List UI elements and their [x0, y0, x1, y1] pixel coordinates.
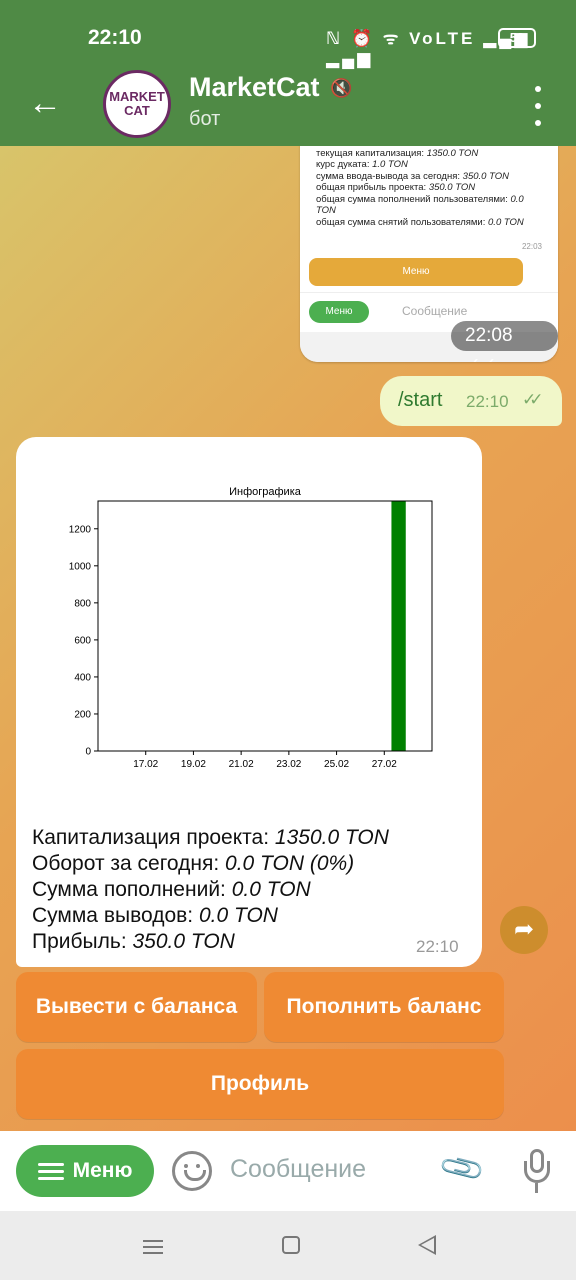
y-tick-label: 1200 — [69, 524, 92, 535]
message-composer: Меню Сообщение 📎 — [0, 1131, 576, 1211]
home-icon[interactable] — [282, 1236, 300, 1254]
battery-icon: 58 — [498, 28, 536, 48]
back-arrow-icon[interactable]: ← — [28, 86, 62, 120]
y-tick-label: 600 — [74, 635, 91, 646]
caption-line: Капитализация проекта: 1350.0 TON — [32, 826, 389, 849]
chat-title[interactable]: MarketCat — [189, 72, 320, 103]
avatar-text-2: CAT — [124, 103, 150, 118]
bar-chart: Инфографика 0 200 400 600 800 1000 1200 17.02 19.… — [69, 486, 433, 770]
screenshot-line: сумма ввода-вывода за сегодня: 350.0 TON — [316, 170, 509, 182]
screenshot-text: первичная капитализация: 1000.0 TONтекущ… — [316, 146, 546, 228]
attach-icon[interactable]: 📎 — [437, 1143, 488, 1193]
y-tick-label: 0 — [85, 747, 91, 758]
status-icons: ℕ ⏰ ᯤ VoLTE ▂▄▆ ▂▄▆ — [326, 29, 531, 68]
caption-line: Прибыль: 350.0 TON — [32, 930, 235, 953]
menu-button[interactable]: Меню — [16, 1145, 154, 1197]
x-tick-label: 27.02 — [372, 759, 397, 770]
caption-line: Сумма пополнений: 0.0 TON — [32, 878, 311, 901]
outgoing-time: 22:10 — [466, 392, 509, 411]
share-icon[interactable]: ➦ — [500, 906, 548, 954]
screenshot-menu-button: Меню — [309, 258, 523, 286]
y-tick-label: 200 — [74, 709, 91, 720]
system-back-icon[interactable] — [418, 1235, 436, 1255]
x-tick-label: 23.02 — [276, 759, 301, 770]
x-tick-label: 19.02 — [181, 759, 206, 770]
screenshot-line: курс дуката: 1.0 TON — [316, 159, 408, 170]
x-tick-label: 21.02 — [229, 759, 254, 770]
chart-bar — [391, 501, 406, 751]
screenshot-menu-pill: Меню — [309, 301, 369, 323]
recent-apps-icon[interactable] — [143, 1236, 163, 1256]
screenshot-timestamp: 22:08 ✓✓ — [451, 321, 558, 362]
chart-frame — [97, 500, 433, 752]
chat-header: ← MARKET CAT MarketCat 🔇 бот — [0, 70, 576, 146]
read-checks-icon: ✓✓ — [522, 390, 543, 409]
topup-button[interactable]: Пополнить баланс — [264, 972, 504, 1042]
withdraw-button[interactable]: Вывести с баланса — [16, 972, 257, 1042]
menu-label: Меню — [72, 1159, 133, 1182]
screenshot-line: общая прибыль проекта: 350.0 TON — [316, 182, 476, 193]
forwarded-screenshot[interactable]: первичная капитализация: 1000.0 TONтекущ… — [300, 146, 558, 362]
screenshot-inner-time: 22:03 — [521, 242, 542, 251]
screenshot-placeholder: Сообщение — [402, 304, 468, 318]
outgoing-message[interactable]: /start 22:10 ✓✓ — [380, 376, 562, 426]
incoming-message[interactable]: Инфографика 0 200 400 600 800 1000 1200 17.02 19.… — [16, 437, 482, 967]
screenshot-line: текущая капитализация: 1350.0 TON — [316, 147, 479, 159]
caption-line: Оборот за сегодня: 0.0 TON (0%) — [32, 852, 355, 875]
avatar[interactable]: MARKET CAT — [103, 70, 171, 138]
screenshot-line: общая сумма пополнений пользователями: 0… — [316, 193, 524, 217]
menu-icon — [37, 1159, 64, 1184]
y-tick-label: 400 — [74, 672, 91, 683]
system-navigation — [0, 1211, 576, 1280]
status-time: 22:10 — [88, 26, 142, 49]
emoji-icon[interactable] — [172, 1151, 212, 1191]
x-tick-label: 17.02 — [133, 759, 158, 770]
caption-line: Сумма выводов: 0.0 TON — [32, 904, 278, 927]
y-tick-label: 800 — [74, 598, 91, 609]
chat-subtitle: бот — [189, 108, 221, 130]
avatar-text-1: MARKET — [109, 89, 165, 104]
outgoing-text[interactable]: /start — [398, 389, 442, 412]
y-tick-label: 1000 — [69, 561, 92, 572]
chart-title: Инфографика — [229, 486, 302, 498]
x-tick-label: 25.02 — [324, 759, 349, 770]
status-bar: 22:10 ℕ ⏰ ᯤ VoLTE ▂▄▆ ▂▄▆ 58 — [0, 0, 576, 70]
mute-icon: 🔇 — [330, 78, 353, 98]
chat-area: первичная капитализация: 1000.0 TONтекущ… — [0, 146, 576, 1131]
more-options-icon[interactable] — [530, 86, 546, 126]
message-caption: Капитализация проекта: 1350.0 TON Оборот … — [32, 825, 389, 955]
microphone-icon[interactable] — [522, 1149, 552, 1193]
incoming-time: 22:10 — [416, 937, 459, 956]
profile-button[interactable]: Профиль — [16, 1049, 504, 1119]
screenshot-line: общая сумма снятий пользователями: 0.0 T… — [316, 216, 524, 228]
message-input[interactable]: Сообщение — [230, 1155, 366, 1184]
